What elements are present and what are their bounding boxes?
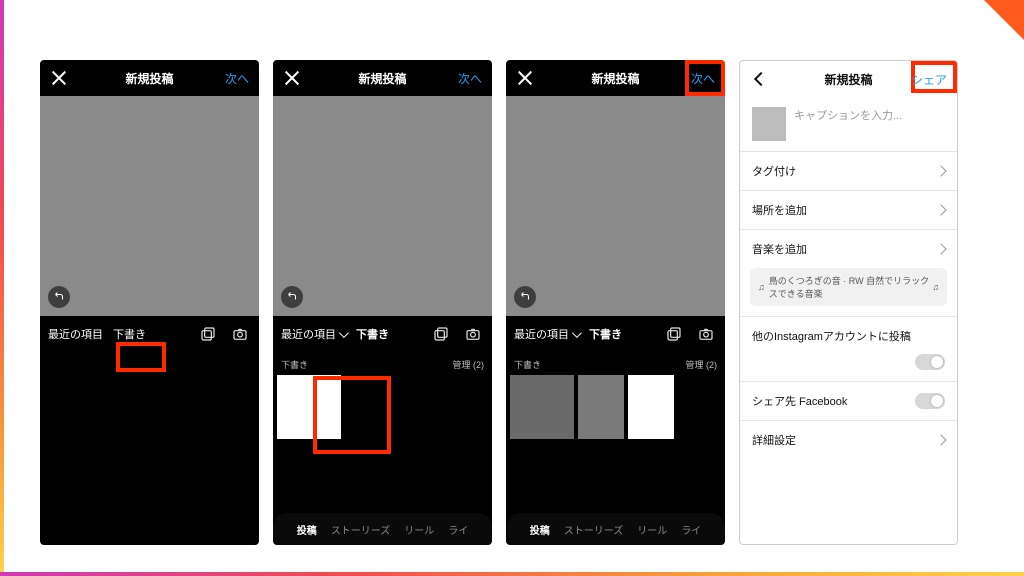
draft-thumbnail[interactable]	[628, 375, 674, 439]
four-step-stage: 新規投稿 次へ 最近の項目 下書き 新規投稿 次へ	[40, 60, 994, 546]
drafts-label: 下書き	[514, 358, 541, 371]
drafts-section-header: 下書き 管理 (2)	[506, 352, 725, 373]
tab-live[interactable]: ライ	[681, 522, 701, 537]
source-tabs: 最近の項目 下書き	[506, 316, 725, 352]
drafts-manage-link[interactable]: 管理 (2)	[452, 358, 484, 371]
camera-icon[interactable]	[695, 323, 717, 345]
tab-stories[interactable]: ストーリーズ	[331, 522, 391, 537]
drafts-manage-link[interactable]: 管理 (2)	[685, 358, 717, 371]
phone-step-1: 新規投稿 次へ 最近の項目 下書き	[40, 60, 259, 545]
setting-tag-people[interactable]: タグ付け	[740, 151, 957, 190]
draft-tab[interactable]: 下書き	[113, 326, 146, 342]
caption-input[interactable]: キャプションを入力...	[794, 107, 945, 123]
music-suggestion-chip[interactable]: ♫ 鳥のくつろぎの音 · RW 自然でリラックスできる音楽 ♫	[750, 268, 947, 306]
multi-select-icon[interactable]	[197, 323, 219, 345]
next-button[interactable]: 次へ	[225, 70, 249, 87]
chevron-right-icon	[935, 165, 946, 176]
draft-tab-active[interactable]: 下書き	[589, 326, 622, 342]
drafts-section-header: 下書き 管理 (2)	[273, 352, 492, 373]
setting-other-accounts: 他のInstagramアカウントに投稿	[740, 316, 957, 381]
multi-select-icon[interactable]	[430, 323, 452, 345]
chevron-right-icon	[935, 204, 946, 215]
camera-icon[interactable]	[229, 323, 251, 345]
draft-thumbnail[interactable]	[578, 375, 624, 439]
setting-add-location[interactable]: 場所を追加	[740, 190, 957, 229]
close-icon[interactable]	[50, 69, 68, 87]
tab-post[interactable]: 投稿	[297, 522, 317, 537]
tab-live[interactable]: ライ	[448, 522, 468, 537]
tab-post[interactable]: 投稿	[530, 522, 550, 537]
other-accounts-toggle[interactable]	[915, 354, 945, 370]
media-preview	[506, 96, 725, 316]
drafts-thumbnails	[506, 373, 725, 441]
close-icon[interactable]	[283, 69, 301, 87]
media-preview	[40, 96, 259, 316]
caption-row: キャプションを入力...	[740, 97, 957, 151]
setting-share-facebook: シェア先 Facebook	[740, 381, 957, 420]
tab-reels[interactable]: リール	[404, 522, 434, 537]
chevron-right-icon	[935, 243, 946, 254]
close-icon[interactable]	[516, 69, 534, 87]
crop-icon[interactable]	[48, 286, 70, 308]
crop-icon[interactable]	[514, 286, 536, 308]
crop-icon[interactable]	[281, 286, 303, 308]
header-bar: 新規投稿 次へ	[273, 60, 492, 96]
phone-step-2: 新規投稿 次へ 最近の項目 下書き 下書き 管理 (2) 投稿	[273, 60, 492, 545]
media-preview	[273, 96, 492, 316]
content-type-tabs: 投稿 ストーリーズ リール ライ	[273, 513, 492, 545]
share-button[interactable]: シェア	[911, 71, 947, 88]
recent-dropdown[interactable]: 最近の項目	[514, 326, 579, 342]
drafts-thumbnails	[273, 373, 492, 441]
recent-dropdown[interactable]: 最近の項目	[281, 326, 346, 342]
header-bar: 新規投稿 次へ	[40, 60, 259, 96]
music-note-icon: ♫	[932, 282, 939, 292]
tab-stories[interactable]: ストーリーズ	[564, 522, 624, 537]
source-tabs: 最近の項目 下書き	[273, 316, 492, 352]
draft-thumbnail[interactable]	[277, 375, 341, 439]
header-bar: 新規投稿 シェア	[740, 61, 957, 97]
next-button[interactable]: 次へ	[691, 70, 715, 87]
setting-advanced[interactable]: 詳細設定	[740, 420, 957, 459]
camera-icon[interactable]	[462, 323, 484, 345]
source-tabs: 最近の項目 下書き	[40, 316, 259, 352]
music-note-icon: ♫	[758, 282, 765, 292]
tab-reels[interactable]: リール	[637, 522, 667, 537]
multi-select-icon[interactable]	[663, 323, 685, 345]
phone-step-4: 新規投稿 シェア キャプションを入力... タグ付け 場所を追加 音楽を追加 ♫…	[739, 60, 958, 545]
back-icon[interactable]	[750, 70, 768, 88]
drafts-label: 下書き	[281, 358, 308, 371]
draft-thumbnail[interactable]	[510, 375, 574, 439]
next-button[interactable]: 次へ	[458, 70, 482, 87]
recent-tab[interactable]: 最近の項目	[48, 326, 103, 342]
header-bar: 新規投稿 次へ	[506, 60, 725, 96]
post-thumbnail[interactable]	[752, 107, 786, 141]
facebook-toggle[interactable]	[915, 393, 945, 409]
setting-add-music[interactable]: 音楽を追加	[740, 229, 957, 268]
content-type-tabs: 投稿 ストーリーズ リール ライ	[506, 513, 725, 545]
draft-tab-active[interactable]: 下書き	[356, 326, 389, 342]
phone-step-3: 新規投稿 次へ 最近の項目 下書き 下書き 管理 (2)	[506, 60, 725, 545]
chevron-right-icon	[935, 434, 946, 445]
